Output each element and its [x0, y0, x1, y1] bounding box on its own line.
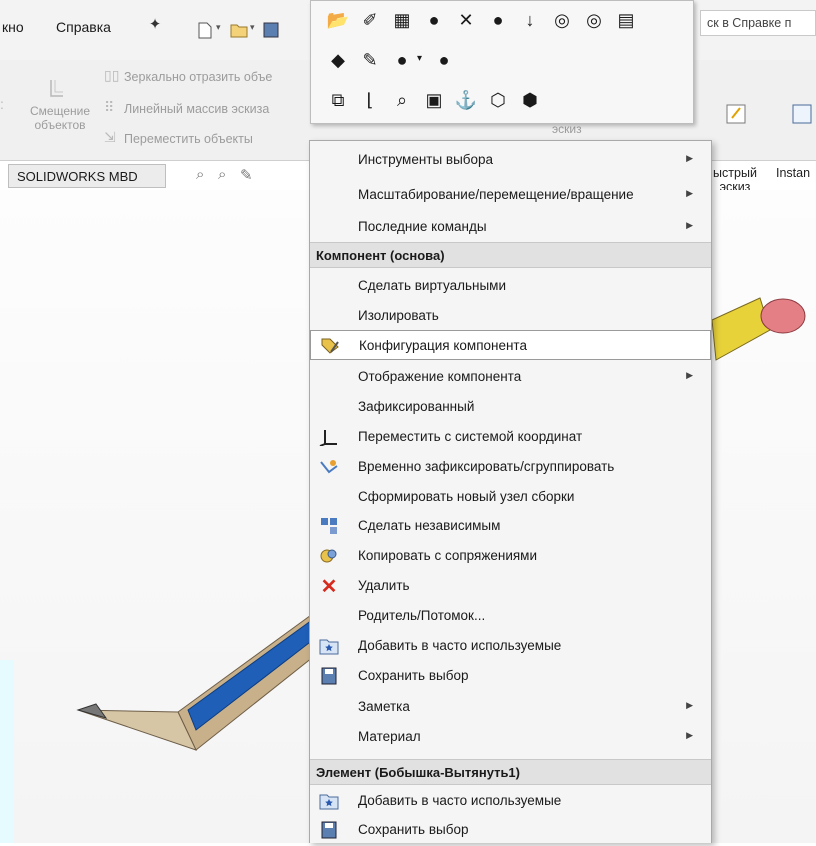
move-triad-icon	[318, 427, 340, 447]
shortcut-toolbar-palette: 📂 ✐ ▦ ● ✕ ● ↓ ◎ ◎ ▤ ◆ ✎ ● ▾ ● ⧉ ⌊ ⌕ ▣ ⚓ …	[310, 0, 694, 124]
color-sphere-icon[interactable]: ●	[389, 47, 415, 73]
submenu-arrow-icon: ▶	[686, 370, 693, 380]
menu-item-save-selection[interactable]: Сохранить выбор	[310, 661, 711, 691]
menu-item-selection-tools[interactable]: Инструменты выбора ▶	[310, 145, 711, 175]
offset-entities-icon[interactable]	[48, 78, 66, 100]
menu-item-add-to-favorites[interactable]: Добавить в часто используемые	[310, 631, 711, 661]
menu-item-temp-fix-group[interactable]: Временно зафиксировать/сгруппировать	[310, 452, 711, 482]
menu-item-material[interactable]: Материал ▶	[310, 722, 711, 752]
normal-to-icon[interactable]: ⌊	[357, 87, 383, 113]
menu-item-isolate[interactable]: Изолировать	[310, 301, 711, 331]
tab-solidworks-mbd[interactable]: SOLIDWORKS MBD	[8, 164, 166, 188]
copy-mates-icon	[318, 546, 340, 566]
menu-item-parent-child[interactable]: Родитель/Потомок...	[310, 601, 711, 631]
menu-item-annotation[interactable]: Заметка ▶	[310, 692, 711, 722]
make-independent-icon	[318, 516, 340, 536]
mate-2-icon[interactable]: ◎	[581, 7, 607, 33]
menu-window[interactable]: кно	[2, 19, 24, 35]
menu-item-make-independent[interactable]: Сделать независимым	[310, 511, 711, 541]
menu-item-component-configuration[interactable]: Конфигурация компонента	[310, 330, 711, 360]
fix-group-icon	[318, 457, 340, 477]
open-folder-icon[interactable]: 📂	[325, 7, 351, 33]
view-decoration	[0, 660, 14, 843]
zoom-to-fit-icon[interactable]: ⌕	[196, 166, 204, 183]
menu-item-recent-commands[interactable]: Последние команды ▶	[310, 212, 711, 242]
hide-icon[interactable]: ✕	[453, 7, 479, 33]
save-selection-icon	[318, 820, 340, 840]
instant2d-label[interactable]: Instan	[776, 166, 810, 180]
linear-pattern-icon[interactable]: ⠿	[104, 99, 114, 116]
favorites-icon	[318, 791, 340, 811]
save-icon[interactable]	[262, 20, 280, 40]
properties-list-icon[interactable]: ▤	[613, 7, 639, 33]
submenu-arrow-icon: ▶	[686, 730, 693, 740]
display-states-icon[interactable]: ●	[431, 47, 457, 73]
rebuild-icon[interactable]: ↓	[517, 7, 543, 33]
edit-sketch-icon[interactable]: ✎	[357, 47, 383, 73]
mate-icon[interactable]: ◎	[549, 7, 575, 33]
delete-icon: ✕	[320, 575, 338, 598]
configuration-icon	[319, 336, 341, 356]
anchor-icon[interactable]: ⚓	[453, 87, 479, 113]
submenu-arrow-icon: ▶	[686, 220, 693, 230]
menu-help[interactable]: Справка	[56, 19, 111, 35]
view-orientation-icon[interactable]: ⬡	[485, 87, 511, 113]
instant2d-icon[interactable]	[792, 104, 812, 124]
help-search-input[interactable]: ск в Справке п	[700, 10, 816, 36]
zoom-icon[interactable]: ⌕	[389, 87, 415, 113]
menu-item-zoom-pan-rotate[interactable]: Масштабирование/перемещение/вращение ▶	[310, 180, 711, 210]
smart-mate-icon[interactable]: ✐	[357, 7, 383, 33]
new-document-icon[interactable]	[196, 20, 214, 40]
menu-item-delete[interactable]: ✕ Удалить	[310, 571, 711, 601]
section-header-component: Компонент (основа)	[310, 242, 711, 268]
zoom-to-area-icon[interactable]: ⌕	[218, 166, 226, 183]
open-document-icon[interactable]	[230, 20, 248, 40]
linear-pattern-button[interactable]: Линейный массив эскиза	[124, 102, 269, 116]
pin-icon[interactable]: ✦	[146, 16, 164, 34]
open-dropdown-icon[interactable]: ▾	[250, 22, 255, 33]
favorites-icon	[318, 636, 340, 656]
submenu-arrow-icon: ▶	[686, 188, 693, 198]
menu-item-make-virtual[interactable]: Сделать виртуальными	[310, 271, 711, 301]
menu-item-component-display[interactable]: Отображение компонента ▶	[310, 362, 711, 392]
mirror-icon[interactable]: ▯▯	[104, 67, 119, 84]
component-appearance-icon[interactable]: ◆	[325, 47, 351, 73]
new-dropdown-icon[interactable]: ▾	[216, 22, 221, 33]
menu-item-feature-save-selection[interactable]: Сохранить выбор	[310, 815, 711, 845]
offset-entities-label[interactable]: Смещение объектов	[18, 104, 102, 132]
quick-sketch-icon[interactable]	[726, 104, 746, 124]
sketch-group-label: эскиз	[552, 122, 582, 136]
previous-view-icon[interactable]: ✎	[240, 166, 253, 184]
save-selection-icon	[318, 666, 340, 686]
submenu-arrow-icon: ▶	[686, 700, 693, 710]
menu-item-copy-with-mates[interactable]: Копировать с сопряжениями	[310, 541, 711, 571]
context-menu: Инструменты выбора ▶ Масштабирование/пер…	[309, 140, 712, 843]
move-entities-button[interactable]: Переместить объекты	[124, 132, 253, 146]
menu-item-feature-add-to-favorites[interactable]: Добавить в часто используемые	[310, 786, 711, 816]
section-header-feature: Элемент (Бобышка-Вытянуть1)	[310, 759, 711, 785]
color-dropdown-icon[interactable]: ▾	[417, 53, 422, 64]
edit-part-icon[interactable]: ▦	[389, 7, 415, 33]
change-transparency-icon[interactable]: ●	[485, 7, 511, 33]
menu-item-move-with-triad[interactable]: Переместить с системой координат	[310, 422, 711, 452]
copy-icon[interactable]: ⧉	[325, 87, 351, 113]
menu-item-fixed[interactable]: Зафиксированный	[310, 392, 711, 422]
appearance-icon[interactable]: ●	[421, 7, 447, 33]
mirror-entities-button[interactable]: Зеркально отразить объе	[124, 70, 272, 84]
ribbon-edge-icon: :	[0, 96, 4, 112]
move-entities-icon[interactable]: ⇲	[104, 129, 116, 146]
section-view-icon[interactable]: ▣	[421, 87, 447, 113]
display-style-icon[interactable]: ⬢	[517, 87, 543, 113]
submenu-arrow-icon: ▶	[686, 153, 693, 163]
menu-item-form-new-subassembly[interactable]: Сформировать новый узел сборки	[310, 482, 711, 512]
